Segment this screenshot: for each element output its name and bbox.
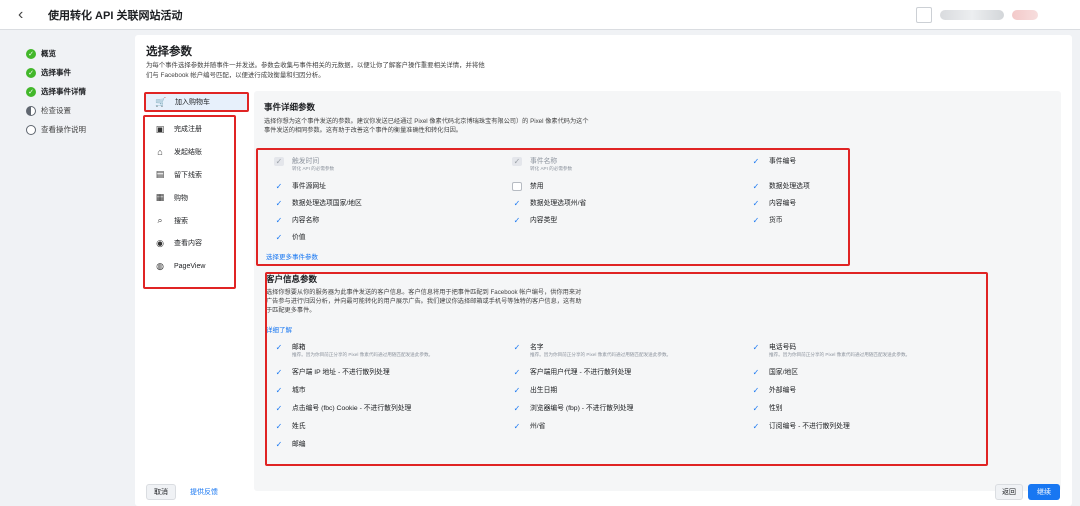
- footer-bar: 取消 提供反馈 返回 继续: [135, 478, 1072, 506]
- step-review-settings[interactable]: 检查设置: [26, 101, 126, 120]
- check-circle-icon: ✓: [26, 86, 36, 97]
- step-label: 选择事件: [41, 68, 71, 77]
- empty-circle-icon: [26, 124, 36, 135]
- purchase-icon: ▦: [155, 192, 165, 203]
- check-circle-icon: ✓: [26, 67, 36, 78]
- event-params-description: 选择你想为这个事件发送的参数。建议你发送已经通过 Pixel 像素代码北京博瑞珠…: [264, 118, 589, 134]
- pageview-icon: ◍: [156, 260, 164, 271]
- event-label: 购物: [174, 194, 188, 202]
- event-item-lead[interactable]: ▤ 留下线索: [145, 164, 234, 187]
- event-label: 查看内容: [174, 240, 202, 248]
- half-circle-icon: [26, 105, 36, 116]
- event-item-search[interactable]: ⌕ 搜索: [145, 209, 234, 232]
- event-label: 完成注册: [174, 126, 202, 134]
- event-label: 留下线索: [174, 171, 202, 179]
- section-description: 为每个事件选择参数并随事件一并发送。参数会收集与事件相关的元数据，以便让你了解客…: [146, 62, 485, 79]
- annotation-box-event-params: [256, 148, 850, 266]
- lead-icon: ▤: [155, 169, 165, 180]
- step-label: 选择事件详情: [41, 87, 86, 96]
- event-item-pageview[interactable]: ◍ PageView: [145, 255, 234, 278]
- feedback-link[interactable]: 提供反馈: [184, 484, 224, 500]
- event-label: 加入购物车: [175, 99, 210, 106]
- event-item-initiate-checkout[interactable]: ⌂ 发起结账: [145, 141, 234, 164]
- register-icon: ▣: [155, 123, 165, 134]
- account-badge-redacted: [1012, 10, 1038, 20]
- cancel-button[interactable]: 取消: [146, 484, 176, 500]
- account-avatar-icon[interactable]: [916, 7, 932, 23]
- cart-icon: 🛒: [155, 96, 167, 107]
- section-heading: 选择参数: [146, 46, 192, 58]
- check-circle-icon: ✓: [26, 48, 36, 59]
- event-item-add-to-cart[interactable]: 🛒 加入购物车: [144, 92, 249, 112]
- step-instructions[interactable]: 查看操作说明: [26, 120, 126, 139]
- event-params-title: 事件详细参数: [264, 102, 316, 112]
- view-content-icon: ◉: [156, 237, 164, 248]
- main-card: 选择参数 为每个事件选择参数并随事件一并发送。参数会收集与事件相关的元数据，以便…: [135, 35, 1072, 506]
- event-label: 搜索: [174, 217, 188, 225]
- account-area: [910, 5, 1070, 25]
- continue-button[interactable]: 继续: [1028, 484, 1060, 500]
- step-label: 检查设置: [41, 106, 71, 115]
- setup-steps: ✓ 概览 ✓ 选择事件 ✓ 选择事件详情 检查设置 查看操作说明: [26, 44, 126, 139]
- event-item-complete-registration[interactable]: ▣ 完成注册: [145, 118, 234, 141]
- checkout-icon: ⌂: [157, 147, 163, 158]
- event-label: PageView: [174, 262, 206, 270]
- top-bar: ‹ 使用转化 API 关联网站活动: [0, 0, 1080, 30]
- annotation-box-customer-params: [265, 272, 988, 466]
- page-title: 使用转化 API 关联网站活动: [48, 9, 183, 22]
- event-item-purchase[interactable]: ▦ 购物: [145, 186, 234, 209]
- step-event-details[interactable]: ✓ 选择事件详情: [26, 82, 126, 101]
- step-select-events[interactable]: ✓ 选择事件: [26, 63, 126, 82]
- search-icon: ⌕: [157, 215, 163, 226]
- event-list: ▣ 完成注册 ⌂ 发起结账 ▤ 留下线索 ▦ 购物 ⌕ 搜索 ◉ 查看内容 ◍ …: [143, 115, 236, 289]
- step-label: 概览: [41, 49, 56, 58]
- event-item-view-content[interactable]: ◉ 查看内容: [145, 232, 234, 255]
- step-label: 查看操作说明: [41, 125, 86, 134]
- event-label: 发起结账: [174, 149, 202, 157]
- account-name-redacted: [940, 10, 1004, 20]
- back-button[interactable]: 返回: [995, 484, 1023, 500]
- step-overview[interactable]: ✓ 概览: [26, 44, 126, 63]
- back-arrow-icon[interactable]: ‹: [18, 6, 32, 23]
